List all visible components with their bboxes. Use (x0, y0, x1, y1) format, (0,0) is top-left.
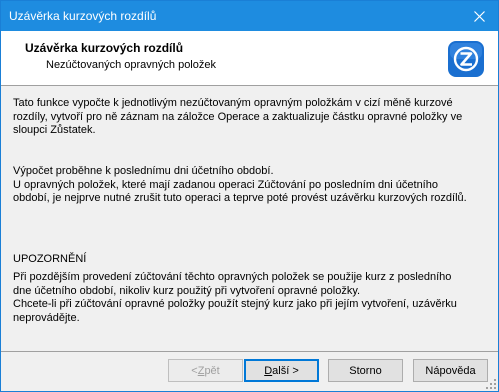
zp-logo-icon (448, 41, 484, 77)
header-subtitle: Nezúčtovaných opravných položek (46, 59, 216, 71)
wizard-header: Uzávěrka kurzových rozdílů Nezúčtovaných… (1, 31, 498, 86)
header-title: Uzávěrka kurzových rozdílů (25, 41, 184, 55)
back-button[interactable]: < Zpět (168, 359, 243, 382)
resize-grip-icon[interactable] (485, 378, 497, 390)
warning-heading: UPOZORNĚNÍ (13, 253, 87, 265)
wizard-content: Tato funkce vypočte k jednotlivým nezúčt… (1, 87, 498, 351)
close-icon (473, 10, 485, 22)
help-button[interactable]: Nápověda (413, 359, 488, 382)
wizard-window: Uzávěrka kurzových rozdílů Uzávěrka kurz… (0, 0, 499, 392)
warning-text: Při pozdějším provedení zúčtování těchto… (13, 271, 457, 324)
window-title: Uzávěrka kurzových rozdílů (9, 9, 157, 23)
close-button[interactable] (462, 1, 496, 31)
next-button[interactable]: Další > (244, 359, 319, 382)
cancel-button[interactable]: Storno (328, 359, 403, 382)
calculation-info-text: Výpočet proběhne k poslednímu dni účetní… (13, 165, 467, 205)
description-text: Tato funkce vypočte k jednotlivým nezúčt… (13, 97, 463, 137)
footer-divider (1, 351, 498, 352)
title-bar[interactable]: Uzávěrka kurzových rozdílů (1, 1, 498, 31)
